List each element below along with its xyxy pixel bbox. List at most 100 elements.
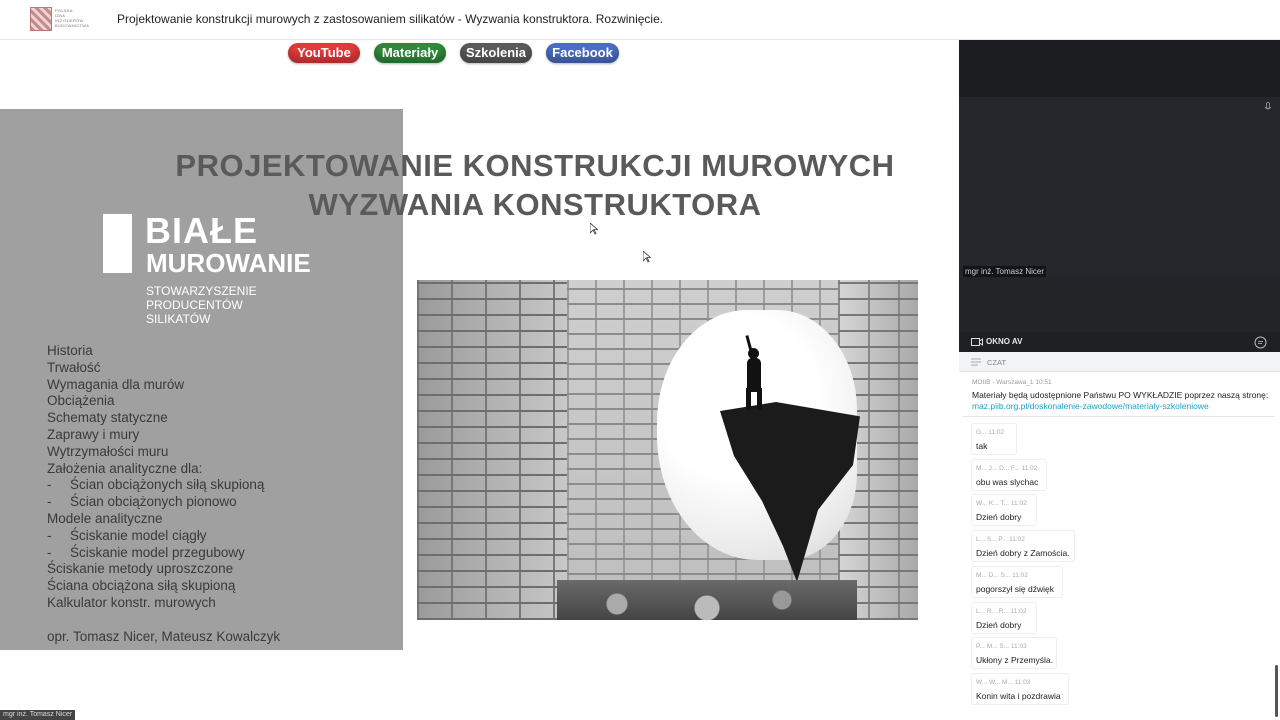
- toc-item-text: Założenia analityczne dla:: [47, 460, 203, 476]
- photo-person-body: [747, 358, 761, 392]
- chat-message-text: Dzień dobry: [976, 512, 1022, 523]
- pinned-message-text: Materiały będą udostępnione Państwu PO W…: [972, 390, 1269, 411]
- toc-item-text: Ściskanie metody uproszczone: [47, 561, 234, 577]
- mouse-cursor-icon: [643, 251, 651, 263]
- chat-message-text: Dzień dobry z Zamościa.: [976, 548, 1070, 559]
- slide-title-line1: PROJEKTOWANIE KONSTRUKCJI MUROWYCH: [175, 148, 895, 183]
- chat-message-meta: W... K... T... 11:02: [976, 500, 1027, 508]
- header: POLSKA IZBA INŻYNIERÓW BUDOWNICTWA Proje…: [0, 0, 1280, 40]
- presenter-name: mgr inż. Tomasz Nicer: [963, 266, 1046, 277]
- toc-item-text: Historia: [47, 343, 93, 358]
- chat-message-meta: L... S... P... 11:02: [976, 536, 1025, 544]
- szkolenia-button[interactable]: Szkolenia: [460, 43, 532, 63]
- page-title: Projektowanie konstrukcji murowych z zas…: [117, 12, 664, 26]
- table-of-contents: Historia Trwałość Wymagania dla murów Obcią…: [47, 343, 264, 612]
- toc-item: Modele analityczne: [47, 511, 264, 528]
- toc-item-text: Wymagania dla murów: [47, 376, 185, 392]
- youtube-button[interactable]: YouTube: [288, 43, 360, 63]
- toc-item-text: Wytrzymałości muru: [47, 443, 169, 459]
- toc-item: - Ścian obciążonych pionowo: [47, 494, 264, 511]
- chat-message-text: Dzień dobry: [976, 619, 1022, 630]
- chat-message-text: Konin wita i pozdrawia: [976, 690, 1061, 701]
- pinned-message: MOIIB - Warszawa_1 10:51 Materiały będą …: [963, 373, 1275, 417]
- chat-message-meta: L... R... R... 11:02: [976, 607, 1027, 615]
- pinned-message-meta: MOIIB - Warszawa_1 10:51: [972, 379, 1052, 386]
- brand-bar-icon: [103, 214, 132, 273]
- av-window-bar[interactable]: OKNO AV: [959, 332, 1280, 352]
- toc-item: Historia: [47, 343, 264, 360]
- chat-message-text: obu was slychac: [976, 476, 1039, 487]
- chat-header-label: CZAT: [987, 358, 1007, 367]
- toc-item-text: Schematy statyczne: [47, 410, 168, 426]
- toc-item: Wytrzymałości muru: [47, 444, 264, 461]
- toc-item-text: Modele analityczne: [47, 510, 163, 526]
- toc-item: Założenia analityczne dla:: [47, 461, 264, 478]
- toc-item-text: Ściskanie model ciągły: [70, 527, 207, 543]
- chat-message: W... W... M... 11:03 Konin wita i pozdraw…: [971, 672, 1069, 705]
- toc-bullet: -: [47, 477, 52, 493]
- chat-message: P... M... S... 11:03 Ukłony z Przemyśla.: [971, 637, 1057, 670]
- brand-subtitle: STOWARZYSZENIE PRODUCENTÓW SILIKATÓW: [146, 284, 257, 326]
- photo-rubble: [557, 580, 857, 620]
- toc-item: Kalkulator konstr. murowych: [47, 595, 264, 612]
- toc-item-text: Ściskanie model przegubowy: [70, 544, 245, 560]
- toc-item-text: Ścian obciążonych siłą skupioną: [70, 477, 265, 493]
- photo-brick-left: [417, 280, 567, 620]
- chat-message: W... K... T... 11:02 Dzień dobry: [971, 494, 1037, 527]
- chat-bubble-icon[interactable]: [1254, 336, 1267, 349]
- toc-item: - Ściskanie model ciągły: [47, 528, 264, 545]
- materials-link[interactable]: maz.piib.org.pl/doskonalenie-zawodowe/ma…: [972, 401, 1209, 411]
- toc-item: - Ściskanie model przegubowy: [47, 545, 264, 562]
- video-panel: mgr inż. Tomasz Nicer OKNO AV: [959, 40, 1280, 352]
- chat-message: L... R... R... 11:02 Dzień dobry: [971, 601, 1037, 634]
- facebook-button[interactable]: Facebook: [546, 43, 619, 63]
- chat-message-meta: M... D... S... 11:02: [976, 571, 1028, 579]
- toc-item-text: Obciążenia: [47, 393, 115, 409]
- microphone-icon[interactable]: [1264, 102, 1272, 112]
- brand-name-line2: MUROWANIE: [146, 248, 311, 278]
- toc-bullet: -: [47, 527, 52, 543]
- piib-logo[interactable]: POLSKA IZBA INŻYNIERÓW BUDOWNICTWA: [30, 7, 90, 33]
- chat-scrollbar[interactable]: [1275, 665, 1278, 717]
- chat-header[interactable]: CZAT: [959, 352, 1280, 372]
- toc-item-text: Zaprawy i mury: [47, 426, 140, 442]
- toc-bullet: -: [47, 494, 52, 510]
- chat-message-meta: M... J... D... F... 11:02: [976, 464, 1038, 472]
- piib-logo-icon: [30, 7, 52, 31]
- brick-wall-photo: [417, 280, 918, 620]
- toc-item: - Ścian obciążonych siłą skupioną: [47, 477, 264, 494]
- video-top-area: [959, 40, 1280, 97]
- toc-item-text: Ścian obciążonych pionowo: [70, 494, 237, 510]
- webinar-app: POLSKA IZBA INŻYNIERÓW BUDOWNICTWA Proje…: [0, 0, 1280, 720]
- toc-item: Schematy statyczne: [47, 410, 264, 427]
- chat-message: G... 11:02 tak: [971, 423, 1017, 455]
- chat-message-meta: P... M... S... 11:03: [976, 643, 1027, 651]
- camera-icon: [971, 338, 983, 346]
- toc-item-text: Ściana obciążona siłą skupioną: [47, 578, 236, 594]
- toc-item: Zaprawy i mury: [47, 427, 264, 444]
- av-window-label: OKNO AV: [986, 337, 1023, 346]
- toc-item: Trwałość: [47, 360, 264, 377]
- chat-message: M... J... D... F... 11:02 obu was slychac: [971, 458, 1047, 491]
- toc-item-text: Trwałość: [47, 359, 101, 375]
- video-feed[interactable]: [959, 97, 1280, 277]
- chat-message: L... S... P... 11:02 Dzień dobry z Zamośc…: [971, 530, 1075, 563]
- chat-message-meta: G... 11:02: [976, 429, 1005, 436]
- brand-name-line1: BIAŁE: [145, 210, 258, 251]
- chat-message-text: pogorszył się dźwięk: [976, 583, 1054, 594]
- materialy-button[interactable]: Materiały: [374, 43, 446, 63]
- chat-list-icon: [971, 358, 981, 366]
- chat-message: M... D... S... 11:02 pogorszył się dźwięk: [971, 565, 1063, 598]
- mouse-cursor-icon: [590, 223, 598, 235]
- slide-authors: opr. Tomasz Nicer, Mateusz Kowalczyk: [47, 629, 281, 644]
- chat-message-text: tak: [976, 441, 988, 451]
- chat-message-text: Ukłony z Przemyśla.: [976, 655, 1053, 666]
- toc-item: Ściana obciążona siłą skupioną: [47, 578, 264, 595]
- sidebar: mgr inż. Tomasz Nicer OKNO AV CZAT MOIIB…: [959, 40, 1280, 720]
- logo-text: POLSKA IZBA INŻYNIERÓW BUDOWNICTWA: [55, 8, 90, 28]
- toc-item: Obciążenia: [47, 393, 264, 410]
- photo-person-legs: [746, 388, 762, 410]
- toc-item: Ściskanie metody uproszczone: [47, 561, 264, 578]
- toc-item-text: Kalkulator konstr. murowych: [47, 594, 216, 610]
- presenter-tile-label: mgr inż. Tomasz Nicer: [0, 710, 76, 720]
